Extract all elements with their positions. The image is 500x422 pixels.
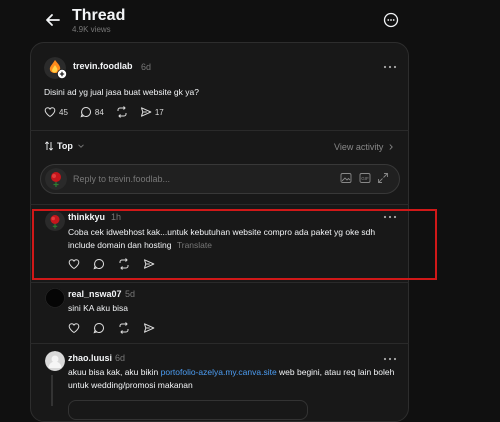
share-button[interactable]: 17: [140, 106, 164, 118]
post-actions: 45 84 17: [44, 106, 176, 118]
heart-icon: [44, 107, 56, 118]
reply-text-part: akuu bisa kak, aku bikin: [68, 367, 161, 377]
more-options-icon[interactable]: [381, 10, 401, 30]
send-icon: [144, 323, 155, 333]
expand-icon[interactable]: [377, 172, 389, 184]
divider: [30, 130, 409, 131]
thread-line: [51, 375, 53, 406]
share-button[interactable]: [143, 322, 155, 334]
comment-button[interactable]: 84: [80, 106, 104, 118]
reply-more-icon[interactable]: [383, 356, 397, 362]
image-icon[interactable]: [340, 172, 352, 184]
reply-time: 6d: [115, 353, 126, 363]
highlight-box: [32, 209, 437, 280]
like-button[interactable]: [68, 322, 80, 334]
send-icon: [140, 107, 152, 117]
divider: [30, 343, 409, 344]
repost-icon: [117, 106, 127, 118]
divider: [30, 204, 409, 205]
reply-text: akuu bisa kak, aku bikin portofolio-azel…: [68, 366, 400, 392]
comment-icon: [80, 106, 91, 118]
avatar[interactable]: [45, 288, 65, 308]
divider: [30, 282, 409, 283]
view-count: 4.9K views: [72, 25, 111, 34]
post-username[interactable]: trevin.foodlab: [73, 61, 133, 71]
chevron-down-icon: [78, 144, 84, 148]
like-button[interactable]: 45: [44, 106, 68, 118]
page-title: Thread: [72, 7, 126, 24]
chevron-right-icon: [389, 144, 394, 150]
repost-icon: [119, 322, 129, 334]
avatar: [45, 168, 67, 190]
repost-button[interactable]: [118, 322, 130, 334]
reply-username[interactable]: zhao.luusi: [68, 353, 112, 363]
post-more-icon[interactable]: [383, 64, 397, 70]
post-time: 6d: [141, 62, 152, 72]
post-text: Disini ad yg jual jasa buat website gk y…: [44, 87, 199, 97]
reply-text: sini KA aku bisa: [68, 303, 129, 313]
view-activity-link[interactable]: View activity: [334, 142, 395, 152]
like-count: 45: [59, 107, 68, 117]
view-activity-label: View activity: [334, 142, 384, 152]
reply-actions: [68, 322, 167, 334]
link-preview-card[interactable]: [68, 400, 308, 420]
reply-time: 5d: [125, 289, 136, 299]
follow-plus-icon[interactable]: [57, 69, 67, 79]
portfolio-link[interactable]: portofolio-azelya.my.canva.site: [161, 367, 277, 377]
heart-icon: [68, 323, 80, 334]
reply-input[interactable]: Reply to trevin.foodlab...: [73, 174, 170, 184]
back-arrow-icon[interactable]: [42, 9, 64, 31]
svg-text:GIF: GIF: [361, 176, 369, 181]
share-count: 17: [154, 107, 164, 117]
repost-button[interactable]: [116, 106, 128, 118]
sort-dropdown[interactable]: Top: [44, 141, 85, 151]
reply-username[interactable]: real_nswa07: [68, 289, 122, 299]
comment-button[interactable]: [93, 322, 105, 334]
comment-icon: [93, 322, 105, 334]
avatar[interactable]: [45, 351, 65, 371]
comment-count: 84: [94, 107, 104, 117]
sort-label: Top: [57, 141, 73, 151]
sort-icon: [44, 141, 54, 151]
gif-icon[interactable]: GIF: [359, 172, 371, 184]
